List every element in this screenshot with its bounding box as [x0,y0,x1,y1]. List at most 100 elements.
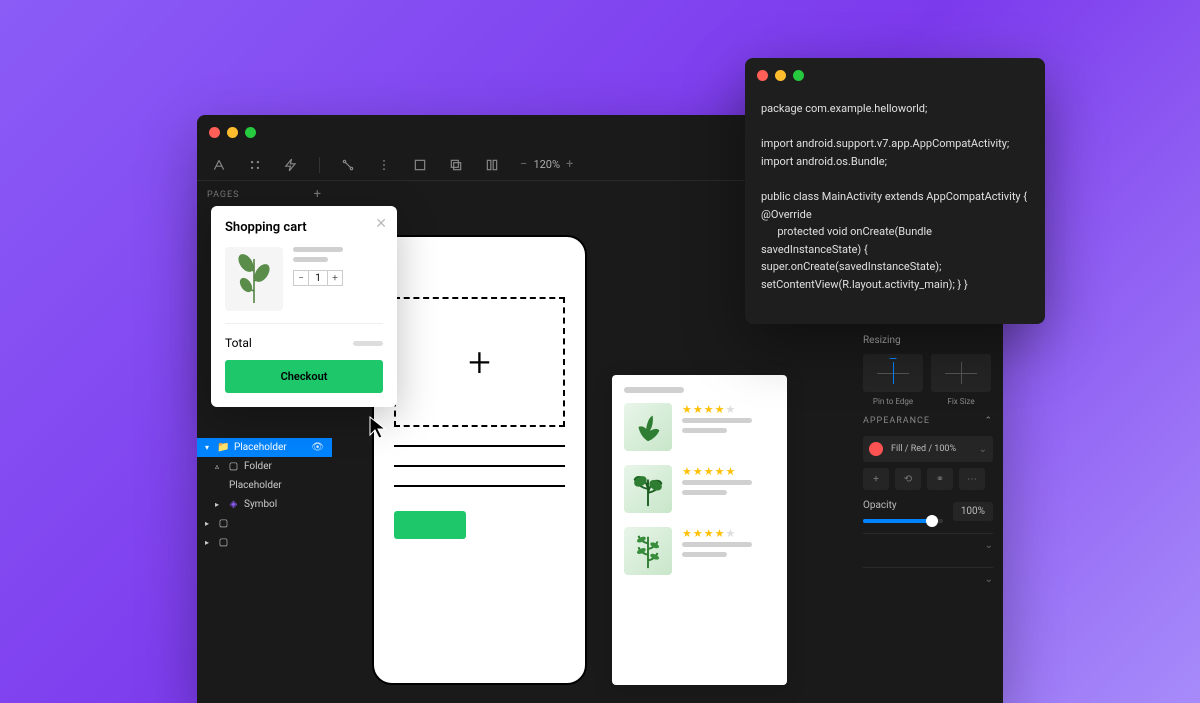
cursor-icon [368,415,390,441]
text-placeholder [682,480,752,485]
product-info: ★★★★★ [682,403,775,451]
quantity-value: 1 [309,270,327,286]
chevron-right-icon: ▸ [215,500,223,509]
more-options-button[interactable]: ⋯ [959,468,985,490]
traffic-lights [209,127,256,138]
layer-placeholder-selected[interactable]: ▾ 📁 Placeholder 👁 [197,438,332,457]
connector-icon[interactable] [340,157,356,173]
divider-line [394,485,565,487]
pages-header: PAGES + [197,181,332,208]
chevron-down-icon[interactable]: ⌄ [979,444,987,455]
zoom-out-button[interactable]: − [520,157,527,172]
inspector-panel: Resizing Pin to Edge Fix Size APPEARANCE… [853,325,1003,703]
close-icon[interactable] [209,127,220,138]
zoom-value[interactable]: 120% [533,158,560,171]
maximize-icon[interactable] [793,70,804,81]
layer-symbol[interactable]: ▸ ◈ Symbol [197,495,332,514]
chevron-right-icon: ▸ [205,538,213,547]
text-placeholder [293,247,343,252]
layout-icon[interactable] [484,157,500,173]
slider-thumb[interactable] [926,515,938,527]
collapsed-section[interactable]: ⌄ [863,567,993,591]
layer-collapsed-1[interactable]: ▸ ▢ [197,514,332,533]
chevron-up-icon: ⌃ [984,416,993,426]
folder-outline-icon: ▢ [218,518,229,529]
code-titlebar [745,58,1045,92]
checkout-button[interactable]: Checkout [225,360,383,393]
artboard-wireframe[interactable]: + [372,235,587,685]
cart-item: − 1 + [225,247,383,311]
resizing-label: Resizing [863,335,993,346]
bolt-icon[interactable] [283,157,299,173]
folder-icon: 📁 [218,442,229,453]
chevron-down-icon: ⌄ [985,540,993,551]
zoom-in-button[interactable]: + [566,157,573,172]
text-placeholder [682,552,727,557]
chevron-right-icon: ▸ [205,519,213,528]
close-icon[interactable] [757,70,768,81]
copy-icon[interactable] [448,157,464,173]
opacity-control: Opacity 100% [863,500,993,523]
more-icon[interactable] [376,157,392,173]
minimize-icon[interactable] [227,127,238,138]
layer-label: Symbol [244,499,277,510]
cart-title: Shopping cart [225,220,383,235]
fill-actions: + ⟲ ⚭ ⋯ [863,468,993,490]
product-info: ★★★★★ [682,527,775,575]
appearance-header[interactable]: APPEARANCE ⌃ [863,406,993,436]
fill-color-swatch[interactable] [869,442,883,456]
shopping-cart-popover: ✕ Shopping cart − 1 + Total Checkout [211,206,397,407]
layer-label: Placeholder [229,480,282,491]
product-item[interactable]: ★★★★★ [624,527,775,575]
decrement-button[interactable]: − [293,270,309,286]
text-tool-icon[interactable] [211,157,227,173]
zoom-control: − 120% + [520,157,573,172]
pages-label: PAGES [207,190,239,200]
opacity-label: Opacity [863,500,943,511]
layer-folder[interactable]: ▵ ▢ Folder [197,457,332,476]
product-image [624,403,672,451]
opacity-value[interactable]: 100% [953,502,993,521]
fill-control[interactable]: Fill / Red / 100% ⌄ [863,436,993,462]
product-image [624,527,672,575]
opacity-slider[interactable] [863,519,943,523]
header-bar-placeholder [624,387,684,393]
layer-label: Folder [244,461,272,472]
product-item[interactable]: ★★★★★ [624,403,775,451]
chevron-down-icon: ▵ [215,462,223,471]
appearance-label: APPEARANCE [863,416,930,426]
text-placeholder [682,418,752,423]
layer-collapsed-2[interactable]: ▸ ▢ [197,533,332,552]
fill-label: Fill / Red / 100% [891,444,956,454]
visibility-icon[interactable]: 👁 [311,442,324,453]
close-icon[interactable]: ✕ [375,216,387,232]
refresh-icon[interactable]: ⟲ [895,468,921,490]
link-icon[interactable]: ⚭ [927,468,953,490]
minimize-icon[interactable] [775,70,786,81]
add-fill-button[interactable]: + [863,468,889,490]
quantity-stepper: − 1 + [293,270,383,286]
text-placeholder [293,257,328,262]
artboard-product-list[interactable]: ★★★★★ ★★★★★ ★★★★★ [612,375,787,685]
symbol-icon: ◈ [228,499,239,510]
pin-to-edge-control[interactable] [863,354,923,392]
toolbar-separator [319,157,320,173]
increment-button[interactable]: + [327,270,343,286]
maximize-icon[interactable] [245,127,256,138]
rating-stars: ★★★★★ [682,465,775,478]
collapsed-section[interactable]: ⌄ [863,533,993,557]
product-item[interactable]: ★★★★★ [624,465,775,513]
code-content[interactable]: package com.example.helloworld; import a… [745,92,1045,306]
fix-size-control[interactable] [931,354,991,392]
frame-icon[interactable] [412,157,428,173]
layer-placeholder-child[interactable]: Placeholder [197,476,332,495]
components-icon[interactable] [247,157,263,173]
folder-outline-icon: ▢ [228,461,239,472]
pin-label: Pin to Edge [863,397,923,406]
add-page-button[interactable]: + [314,187,322,202]
primary-button-placeholder[interactable] [394,511,466,539]
drop-zone[interactable]: + [394,297,565,427]
plus-icon: + [468,339,491,386]
fix-label: Fix Size [931,397,991,406]
total-row: Total [225,323,383,360]
